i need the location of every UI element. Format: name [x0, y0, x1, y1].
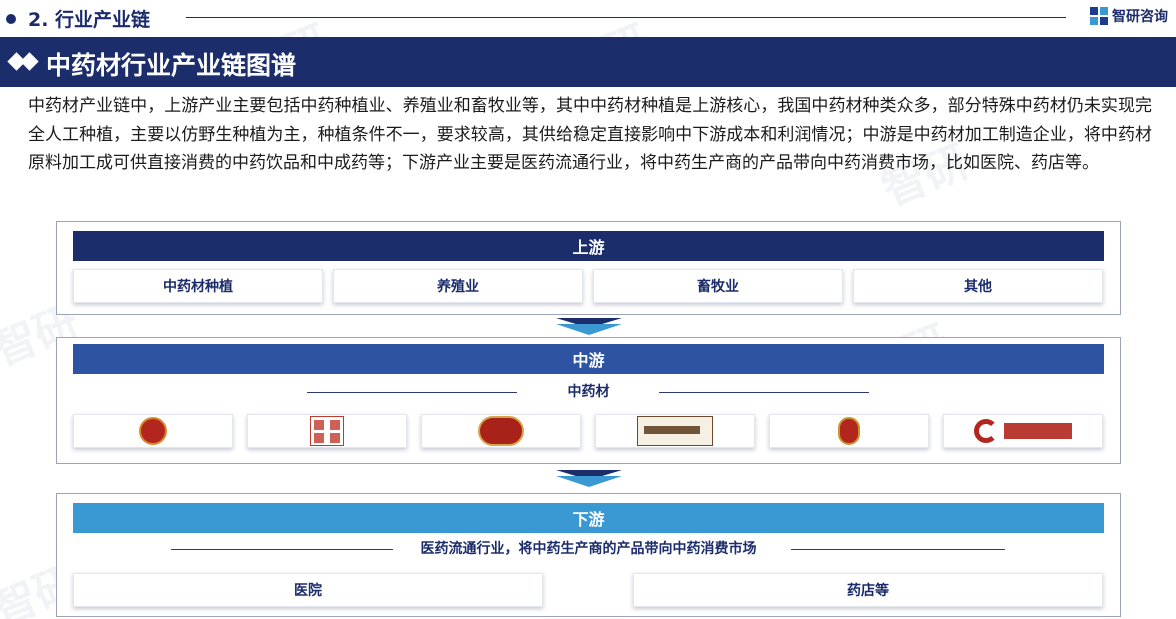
title-bar: 中药材行业产业链图谱 — [0, 37, 1176, 87]
brand-logo-3 — [421, 414, 581, 448]
upstream-panel: 上游 中药材种植 养殖业 畜牧业 其他 — [56, 221, 1121, 315]
brand-logo: 智研咨询 — [1090, 6, 1168, 26]
section-title: 2. 行业产业链 — [28, 9, 151, 31]
page-title: 中药材行业产业链图谱 — [46, 51, 297, 80]
wordmark-logo-icon — [974, 419, 1072, 443]
calligraphy-logo-icon — [310, 416, 344, 446]
upstream-item: 中药材种植 — [73, 269, 323, 303]
logo-icon — [1090, 7, 1108, 25]
plaque-logo-icon — [637, 416, 713, 446]
downstream-header: 下游 — [73, 503, 1104, 533]
upstream-item: 养殖业 — [333, 269, 583, 303]
brand-logo-5 — [769, 414, 929, 448]
upstream-item: 畜牧业 — [593, 269, 843, 303]
brand-logo-4 — [595, 414, 755, 448]
downstream-item: 医院 — [73, 573, 543, 607]
midstream-panel: 中游 中药材 — [56, 337, 1121, 464]
brand-logo-6 — [943, 414, 1103, 448]
logo-text: 智研咨询 — [1112, 9, 1168, 25]
pill-logo-icon — [478, 416, 524, 446]
brand-logo-2 — [247, 414, 407, 448]
upstream-header: 上游 — [73, 231, 1104, 261]
midstream-header: 中游 — [73, 344, 1104, 374]
description-text: 中药材产业链中，上游产业主要包括中药种植业、养殖业和畜牧业等，其中中药材种植是上… — [28, 96, 1152, 173]
brand-logo-1 — [73, 414, 233, 448]
midstream-sub-label: 中药材 — [567, 384, 610, 400]
section-bullet — [6, 14, 16, 24]
flow-arrow-down-icon — [556, 470, 622, 488]
seal-logo-icon — [139, 417, 167, 445]
midstream-subheader: 中药材 — [73, 381, 1104, 403]
downstream-panel: 下游 医药流通行业，将中药生产商的产品带向中药消费市场 医院 药店等 — [56, 493, 1121, 617]
downstream-sub-label: 医药流通行业，将中药生产商的产品带向中药消费市场 — [420, 541, 757, 557]
downstream-subheader: 医药流通行业，将中药生产商的产品带向中药消费市场 — [73, 538, 1104, 560]
diamond-icon — [7, 52, 42, 72]
flow-arrow-down-icon — [556, 318, 622, 336]
section-divider — [186, 17, 1066, 18]
downstream-item: 药店等 — [633, 573, 1103, 607]
seal-logo-icon — [838, 417, 860, 445]
upstream-item: 其他 — [853, 269, 1103, 303]
